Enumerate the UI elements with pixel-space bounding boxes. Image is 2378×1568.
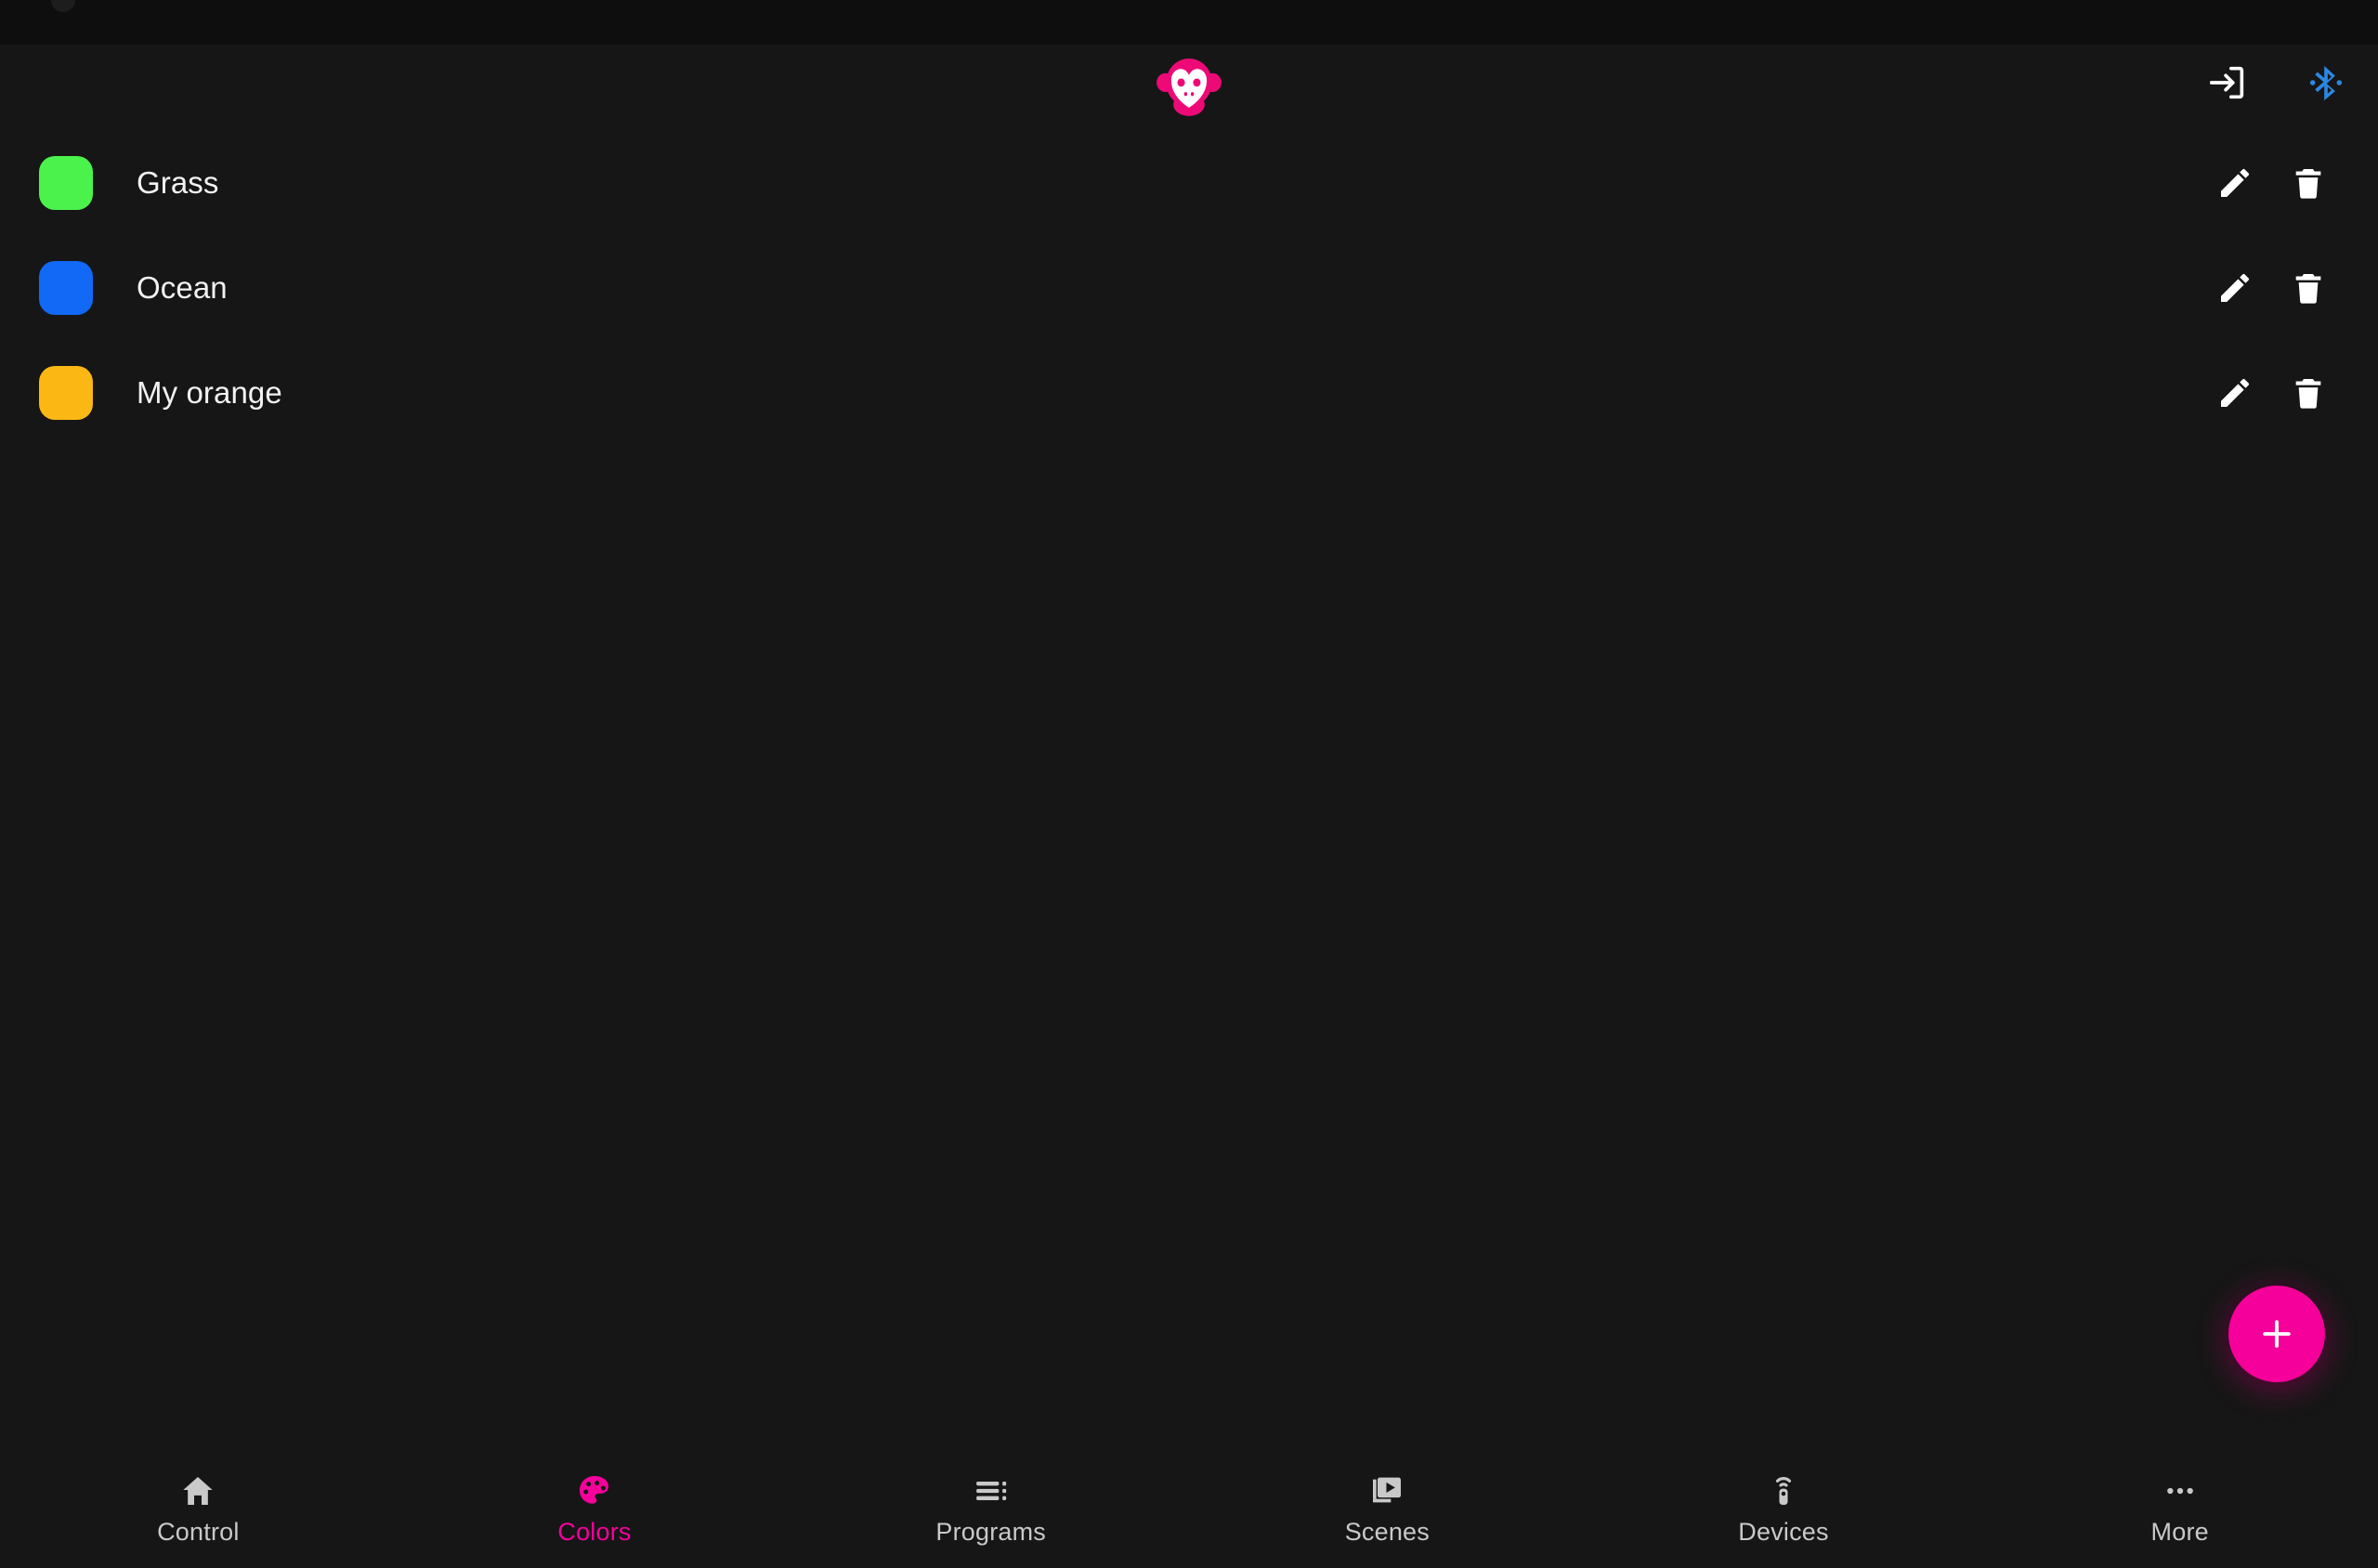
color-row-actions xyxy=(2208,261,2335,315)
plus-icon xyxy=(2263,1320,2291,1348)
status-bar xyxy=(0,0,2378,45)
color-row[interactable]: Ocean xyxy=(0,235,2378,340)
color-row[interactable]: Grass xyxy=(0,130,2378,235)
nav-label-control: Control xyxy=(157,1518,240,1546)
color-row-actions xyxy=(2208,156,2335,210)
bluetooth-icon xyxy=(2309,66,2343,101)
status-bar-glyph xyxy=(51,0,75,12)
pencil-icon xyxy=(2221,273,2250,302)
nav-item-more[interactable]: More xyxy=(1981,1458,2378,1568)
color-list: Grass Ocean My orange xyxy=(0,130,2378,445)
edit-color-button[interactable] xyxy=(2208,261,2262,315)
delete-color-button[interactable] xyxy=(2281,156,2335,210)
nav-label-scenes: Scenes xyxy=(1344,1518,1430,1546)
color-name-label: Grass xyxy=(137,164,219,200)
app-root: Grass Ocean My orange Control Colors Pro… xyxy=(0,0,2378,1568)
nav-item-colors[interactable]: Colors xyxy=(397,1458,793,1568)
nav-label-devices: Devices xyxy=(1738,1518,1829,1546)
color-row-actions xyxy=(2208,366,2335,420)
color-swatch xyxy=(39,365,93,420)
nav-item-devices[interactable]: Devices xyxy=(1586,1458,1982,1568)
remote-icon xyxy=(1765,1470,1802,1511)
trash-icon xyxy=(2295,168,2321,199)
palette-icon xyxy=(576,1470,613,1511)
color-swatch xyxy=(39,260,93,315)
bluetooth-button[interactable] xyxy=(2300,57,2352,109)
color-swatch xyxy=(39,155,93,210)
nav-label-programs: Programs xyxy=(935,1518,1046,1546)
color-name-label: Ocean xyxy=(137,269,228,305)
edit-color-button[interactable] xyxy=(2208,156,2262,210)
home-icon xyxy=(179,1470,216,1511)
nav-label-more: More xyxy=(2150,1518,2209,1546)
delete-color-button[interactable] xyxy=(2281,261,2335,315)
monkey-logo xyxy=(1156,59,1222,116)
slideshow-icon xyxy=(1368,1470,1405,1511)
pencil-icon xyxy=(2221,168,2250,197)
trash-icon xyxy=(2295,378,2321,409)
login-icon xyxy=(2209,66,2244,99)
nav-item-control[interactable]: Control xyxy=(0,1458,397,1568)
pencil-icon xyxy=(2221,378,2250,407)
ellipsis-icon xyxy=(2162,1470,2199,1511)
login-button[interactable] xyxy=(2202,57,2254,109)
edit-color-button[interactable] xyxy=(2208,366,2262,420)
playlist-icon xyxy=(973,1470,1010,1511)
app-bar-actions xyxy=(2202,57,2352,109)
app-bar xyxy=(0,45,2378,121)
nav-item-scenes[interactable]: Scenes xyxy=(1189,1458,1586,1568)
delete-color-button[interactable] xyxy=(2281,366,2335,420)
add-color-button[interactable] xyxy=(2228,1286,2325,1382)
nav-label-colors: Colors xyxy=(557,1518,632,1546)
color-name-label: My orange xyxy=(137,374,282,410)
nav-item-programs[interactable]: Programs xyxy=(792,1458,1189,1568)
color-row[interactable]: My orange xyxy=(0,340,2378,445)
bottom-navigation: Control Colors Programs Scenes Devices M… xyxy=(0,1458,2378,1568)
trash-icon xyxy=(2295,273,2321,304)
